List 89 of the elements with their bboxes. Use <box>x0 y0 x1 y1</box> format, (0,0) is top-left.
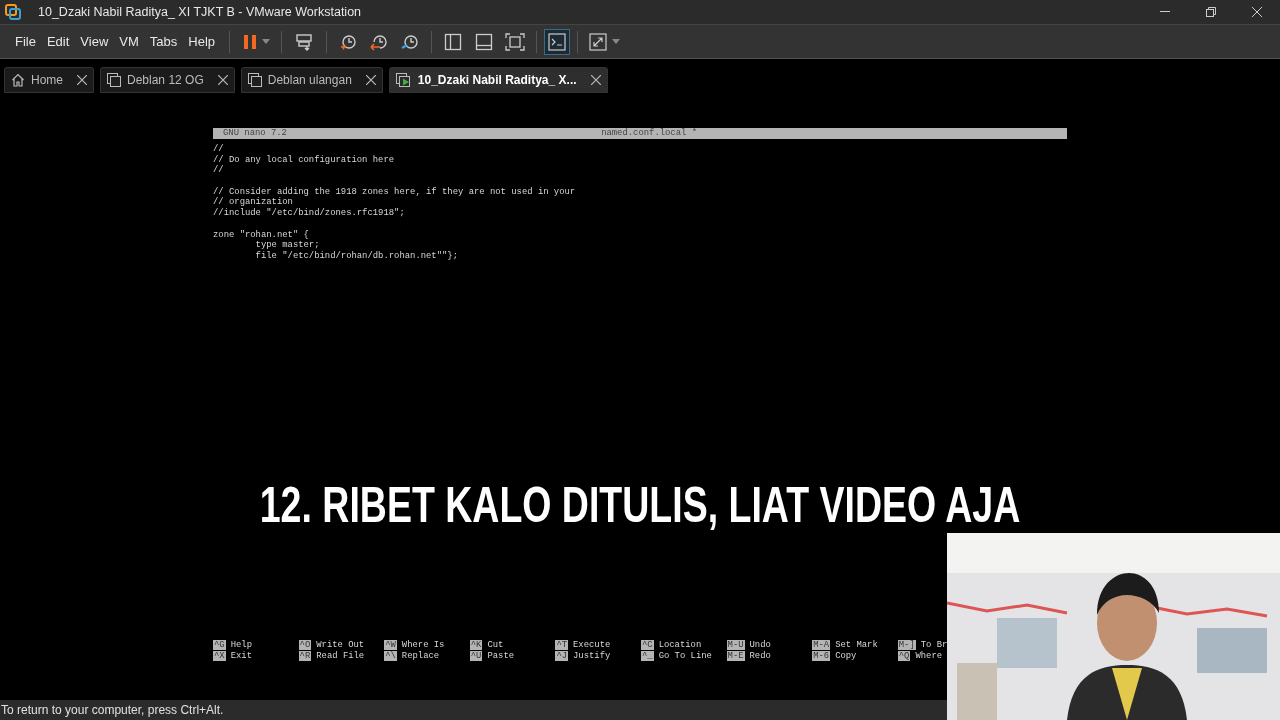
virtual-machine-icon <box>107 72 121 87</box>
shortcut-key: ^R <box>298 651 312 662</box>
shortcut-label: Where <box>915 650 943 662</box>
shortcut-label: Exit <box>230 650 252 662</box>
caret-icon <box>612 39 621 44</box>
code-line: // Consider adding the 1918 zones here, if they are not used in your <box>213 186 577 197</box>
shortcut-key: ^_ <box>640 651 654 662</box>
shortcut-key: ^U <box>469 651 483 662</box>
panel-layout-icon <box>475 32 494 51</box>
shortcut-key: M-A <box>812 640 831 651</box>
virtual-machine-icon <box>247 72 262 87</box>
shortcut-label: Execute <box>573 640 611 651</box>
menu-item[interactable]: Help <box>183 29 221 54</box>
menu-item[interactable]: VM <box>114 29 144 54</box>
caret-icon <box>262 39 271 44</box>
shortcut-key: ^K <box>469 640 483 651</box>
window-title: 10_Dzaki Nabil Raditya_ XI TJKT B - VMware Workstation <box>38 3 362 21</box>
shortcut-key: ^W <box>384 640 397 651</box>
expand-icon <box>589 32 608 51</box>
app-logo-icon <box>5 4 21 20</box>
code-line: file "/etc/bind/rohan/db.rohan.net""}; <box>254 250 459 262</box>
shortcut-label: Write Out <box>316 640 365 651</box>
code-line: // <box>213 165 225 177</box>
shortcut-label: Where Is <box>401 640 445 651</box>
shortcut-label: Read File <box>316 650 365 662</box>
shortcut-label: Replace <box>401 650 440 662</box>
menu-item[interactable]: File <box>10 29 41 54</box>
shortcut-key: ^Q <box>897 651 911 662</box>
shortcut-label: Undo <box>749 640 771 651</box>
minimize-icon <box>1160 11 1170 13</box>
terminal-icon <box>548 32 567 51</box>
menu-item[interactable]: Edit <box>41 29 75 54</box>
shortcut-label: Help <box>230 640 252 651</box>
console-view-button[interactable] <box>544 28 571 55</box>
keyboard-icon <box>295 32 314 51</box>
shortcut-label: Copy <box>835 650 857 662</box>
tab-label: 10_Dzaki Nabil Raditya_ X... <box>417 71 577 89</box>
close-icon[interactable] <box>77 74 87 85</box>
clock-arrow-icon <box>370 32 389 51</box>
fit-frame-icon <box>505 32 526 51</box>
shortcut-label: Cut <box>487 640 504 651</box>
shortcut-label: Paste <box>487 650 515 662</box>
shortcut-label: Justify <box>573 650 611 662</box>
shortcut-key: M-] <box>897 640 916 651</box>
shortcut-label: Location <box>658 640 702 651</box>
restore-icon <box>1206 7 1216 17</box>
file-name: named.conf.local * <box>601 128 697 139</box>
tab-label: Deblan ulangan <box>267 71 352 89</box>
close-icon[interactable] <box>590 74 601 85</box>
code-line: // <box>213 144 225 155</box>
menu-item[interactable]: Tabs <box>144 29 183 54</box>
shortcut-key: M-E <box>726 651 745 662</box>
shortcut-key: ^J <box>555 651 569 662</box>
shortcut-label: To Br <box>920 640 948 651</box>
shortcut-key: M-U <box>726 640 745 651</box>
video-caption: 12. RIBET KALO DITULIS, LIAT VIDEO AJA <box>259 480 1021 530</box>
code-line: zone "rohan.net" { <box>213 229 310 241</box>
code-line: //include "/etc/bind/zones.rfc1918"; <box>213 208 406 219</box>
running-machine-icon <box>395 72 412 87</box>
tab[interactable]: Deblan ulangan <box>240 66 383 93</box>
shortcut-key: ^X <box>213 651 226 662</box>
tab[interactable]: Deblan 12 OG <box>100 66 235 93</box>
shortcut-key: M-6 <box>812 651 831 662</box>
shortcut-label: Set Mark <box>835 640 878 651</box>
sidebar-layout-icon <box>444 32 463 51</box>
clock-wrench-icon <box>401 32 420 51</box>
shortcut-label: Go To Line <box>658 650 712 662</box>
status-text: To return to your computer, press Ctrl+Alt. <box>1 702 224 719</box>
editor-name: GNU nano 7.2 <box>223 128 287 139</box>
tab-label: Deblan 12 OG <box>127 71 204 89</box>
shortcut-key: ^C <box>640 640 654 651</box>
tab[interactable]: 10_Dzaki Nabil Raditya_ X... <box>388 66 608 93</box>
code-line: type master; <box>254 240 321 251</box>
close-icon <box>1252 7 1262 17</box>
code-line: // organization <box>213 197 294 208</box>
tab-label: Home <box>31 71 63 89</box>
home-icon <box>11 72 25 87</box>
shortcut-key: ^G <box>213 640 226 651</box>
shortcut-label: Redo <box>749 650 771 662</box>
close-icon[interactable] <box>365 74 376 85</box>
menu-item[interactable]: View <box>75 29 114 54</box>
shortcut-key: ^T <box>555 640 569 651</box>
pause-icon <box>243 33 258 50</box>
code-line: // Do any local configuration here <box>213 154 396 165</box>
tab[interactable]: Home <box>4 66 94 93</box>
close-icon[interactable] <box>217 74 228 85</box>
clock-plus-icon <box>339 32 358 51</box>
shortcut-key: ^O <box>298 640 312 651</box>
shortcut-key: ^\ <box>384 651 397 662</box>
